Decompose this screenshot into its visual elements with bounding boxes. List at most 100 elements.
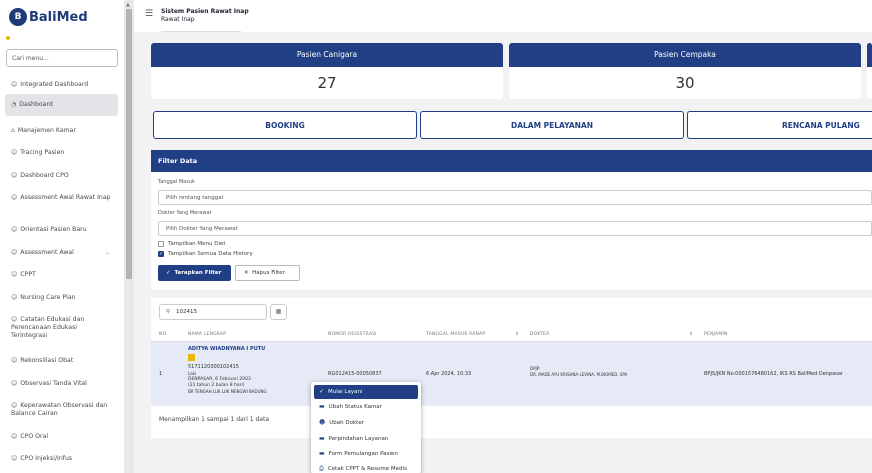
check-icon: ✓ bbox=[166, 270, 171, 276]
filter-panel: Filter Data Tanggal Masuk Pilih rentang … bbox=[151, 150, 872, 290]
person-icon: ☺ bbox=[11, 249, 18, 256]
reset-filter-button[interactable]: ✕ Hapus Filter bbox=[235, 265, 300, 281]
person-icon: ☺ bbox=[11, 357, 18, 364]
table-footer: Menampilkan 1 sampai 1 dari 1 data bbox=[159, 416, 270, 423]
sidebar-item-assessment-awal-rawat-inap[interactable]: ☺ Assessment Awal Rawat Inap bbox=[5, 189, 118, 207]
calendar-icon[interactable]: ▦ bbox=[270, 304, 287, 320]
date-label: Tanggal Masuk bbox=[158, 179, 195, 185]
person-icon: ☺ bbox=[11, 271, 18, 278]
close-icon: ✕ bbox=[244, 270, 249, 276]
check-icon: ✓ bbox=[319, 388, 325, 395]
scroll-up-arrow-icon[interactable]: ▲ bbox=[126, 2, 130, 8]
status-dot bbox=[6, 36, 10, 40]
sort-icon[interactable]: ⇕ bbox=[515, 332, 519, 337]
patient-table-card: ⚲ 102415 ▦ NO. NAMA LENGKAP NOMOR REGISTR… bbox=[151, 298, 872, 438]
sidebar-item-dashboard[interactable]: ◔ Dashboard bbox=[5, 94, 118, 116]
doctor-select[interactable]: Pilih Dokter Yang Merawat bbox=[158, 221, 872, 236]
bed-icon: ▬ bbox=[319, 403, 325, 410]
filter-title: Filter Data bbox=[151, 150, 872, 172]
top-bar: ☰ Sistem Pasien Rawat Inap Rawat Inap bbox=[134, 0, 872, 32]
logo-text: BaliMed bbox=[29, 9, 88, 25]
diet-checkbox[interactable]: Tampilkan Menu Diet bbox=[158, 241, 226, 247]
gauge-icon: ◔ bbox=[11, 101, 17, 108]
sidebar-item-observasi-tanda-vital[interactable]: ☺ Observasi Tanda Vital bbox=[5, 375, 118, 393]
sidebar-item-integrated-dashboard[interactable]: ☺ Integrated Dashboard bbox=[5, 76, 118, 94]
sidebar-item-keperawatan-observasi[interactable]: ☺ Keperawatan Observasi dan Balance Caira… bbox=[5, 397, 118, 423]
menu-item-perpindahan-layanan[interactable]: ▬ Perpindahan Layanan bbox=[314, 432, 418, 446]
person-icon: ☺ bbox=[11, 194, 18, 201]
logo[interactable]: B BaliMed bbox=[9, 8, 88, 26]
column-header-name[interactable]: NAMA LENGKAP bbox=[188, 332, 226, 337]
home-icon: ⌂ bbox=[11, 127, 15, 134]
chevron-down-icon: ⌄ bbox=[104, 249, 110, 256]
page-title: Sistem Pasien Rawat Inap bbox=[161, 8, 249, 15]
person-icon: ☺ bbox=[11, 172, 18, 179]
sort-icon[interactable]: ⇕ bbox=[689, 332, 693, 337]
sidebar-item-assessment-awal[interactable]: ☺ Assessment Awal ⌄ bbox=[5, 244, 118, 262]
patient-address: BR TENGAH LUK LUK MENGWI BADUNG bbox=[188, 389, 267, 394]
bed-icon: ▬ bbox=[319, 450, 325, 457]
sidebar-item-cppt[interactable]: ☺ CPPT bbox=[5, 266, 118, 284]
registration-number: RG012415-00050837 bbox=[328, 371, 382, 377]
tab-booking[interactable]: BOOKING bbox=[153, 111, 417, 139]
sidebar-item-catatan-edukasi[interactable]: ☺ Catatan Edukasi dan Perencanaan Edukasi… bbox=[5, 311, 118, 345]
sidebar-item-cpo-injeksi-infus[interactable]: ☺ CPO Injeksi/Infus bbox=[5, 450, 118, 468]
column-header-no: NO. bbox=[159, 332, 168, 337]
person-icon: ☺ bbox=[11, 81, 18, 88]
column-header-registration[interactable]: NOMOR REGISTRASI bbox=[328, 332, 377, 337]
sidebar: B BaliMed Cari menu... ☺ Integrated Dashb… bbox=[0, 0, 124, 473]
logo-icon: B bbox=[9, 8, 27, 26]
stat-card-value: 27 bbox=[317, 74, 337, 92]
menu-item-mulai-layani[interactable]: ✓ Mulai Layani bbox=[314, 385, 418, 399]
sidebar-item-dashboard-cpo[interactable]: ☺ Dashboard CPO bbox=[5, 167, 118, 185]
row-number: 1 bbox=[159, 371, 163, 377]
title-underline bbox=[161, 31, 241, 32]
history-checkbox[interactable]: ✓ Tampilkan Semua Data History bbox=[158, 251, 253, 257]
stat-card-label: Pasien Cempaka bbox=[509, 43, 861, 67]
person-icon: ☺ bbox=[11, 455, 18, 462]
people-icon: ☻ bbox=[319, 419, 326, 426]
sidebar-item-orientasi-pasien-baru[interactable]: ☺ Orientasi Pasien Baru bbox=[5, 221, 118, 239]
table-row[interactable]: 1 ADITYA WIADNYANA I PUTU 51711203001024… bbox=[151, 342, 872, 406]
table-search-input[interactable]: ⚲ 102415 bbox=[159, 304, 267, 320]
row-action-dropdown: ✓ Mulai Layani ▬ Ubah Status Kamar ☻ Ubah D… bbox=[311, 382, 421, 473]
column-header-date[interactable]: TANGGAL MASUK RANAP bbox=[426, 332, 485, 337]
tab-dalam-pelayanan[interactable]: DALAM PELAYANAN bbox=[420, 111, 684, 139]
print-icon: ⎙ bbox=[319, 465, 324, 472]
column-header-doctor[interactable]: DOKTER bbox=[530, 332, 550, 337]
menu-item-ubah-dokter[interactable]: ☻ Ubah Dokter bbox=[314, 416, 418, 430]
menu-item-cetak-cppt[interactable]: ⎙ Cetak CPPT & Resume Medis bbox=[314, 462, 418, 473]
tab-rencana-pulang[interactable]: RENCANA PULANG bbox=[687, 111, 872, 139]
sidebar-item-tracing-pasien[interactable]: ☺ Tracing Pasien bbox=[5, 144, 118, 162]
stat-card-partial[interactable] bbox=[867, 43, 872, 99]
sidebar-item-rekonsiliasi-obat[interactable]: ☺ Rekonsiliasi Obat bbox=[5, 352, 118, 370]
search-icon: ⚲ bbox=[166, 309, 171, 315]
medical-record-number: 5171120300102415 bbox=[188, 364, 239, 370]
sidebar-scrollbar[interactable]: ▲ bbox=[124, 0, 134, 473]
sidebar-item-nursing-care-plan[interactable]: ☺ Nursing Care Plan bbox=[5, 289, 118, 307]
person-icon: ☺ bbox=[11, 402, 18, 409]
stat-card-cempaka[interactable]: Pasien Cempaka 30 bbox=[509, 43, 861, 99]
menu-item-ubah-status-kamar[interactable]: ▬ Ubah Status Kamar bbox=[314, 400, 418, 414]
checkbox-checked-icon[interactable]: ✓ bbox=[158, 251, 164, 257]
bed-icon: ▬ bbox=[319, 435, 325, 442]
stat-card-canigara[interactable]: Pasien Canigara 27 bbox=[151, 43, 503, 99]
date-range-input[interactable]: Pilih rentang tanggal bbox=[158, 190, 872, 205]
scrollbar-thumb[interactable] bbox=[126, 9, 132, 279]
doctor-label: Dokter Yang Merawat bbox=[158, 210, 212, 216]
hamburger-menu-icon[interactable]: ☰ bbox=[145, 9, 153, 19]
menu-search-input[interactable]: Cari menu... bbox=[6, 49, 118, 67]
person-icon: ☺ bbox=[11, 149, 18, 156]
doctor-name: DR. MADE AYU KRISHNA LEVINA, M.BIOMED, S… bbox=[530, 372, 628, 377]
admission-date: 6 Apr 2024, 10.33 bbox=[426, 371, 472, 377]
apply-filter-button[interactable]: ✓ Terapkan Filter bbox=[158, 265, 231, 281]
sidebar-item-manajemen-kamar[interactable]: ⌂ Manajemen Kamar bbox=[5, 122, 118, 140]
sidebar-item-cpo-oral[interactable]: ☺ CPO Oral bbox=[5, 428, 118, 446]
stat-card-value: 30 bbox=[675, 74, 695, 92]
menu-item-form-pemulangan[interactable]: ▬ Form Pemulangan Pasien bbox=[314, 447, 418, 461]
person-icon: ☺ bbox=[11, 380, 18, 387]
guarantor: BPJS/JKN No.0001576480162, IKS RS BaliMe… bbox=[704, 371, 843, 377]
checkbox-unchecked[interactable] bbox=[158, 241, 164, 247]
column-header-guarantor[interactable]: PENJAMIN bbox=[704, 332, 727, 337]
patient-name: ADITYA WIADNYANA I PUTU bbox=[188, 346, 266, 352]
